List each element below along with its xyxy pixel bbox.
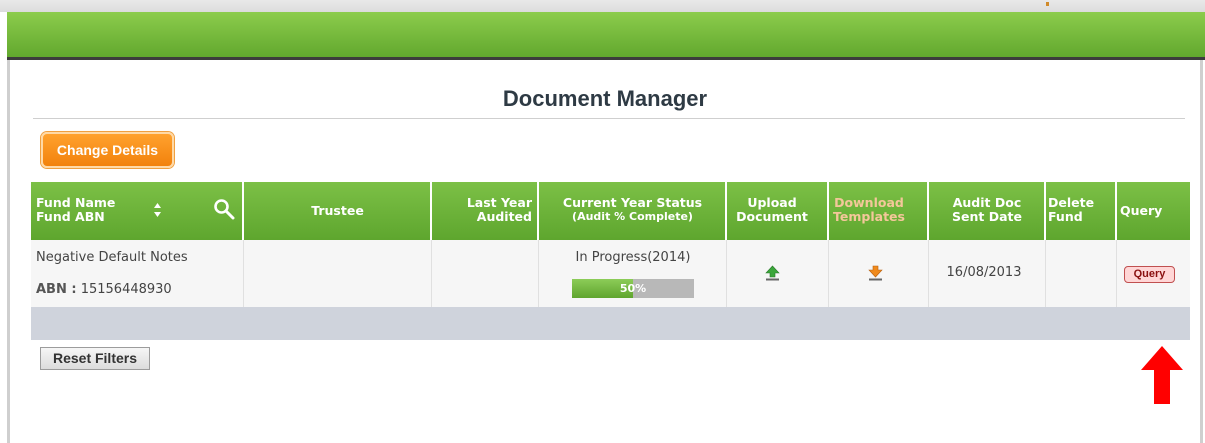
column-fund-name[interactable]: Fund Name Fund ABN xyxy=(31,182,243,240)
reset-filters-button[interactable]: Reset Filters xyxy=(40,347,150,370)
page-title: Document Manager xyxy=(502,86,708,111)
fund-cell: Negative Default Notes ABN : 15156448930 xyxy=(31,240,244,307)
column-download-templates[interactable]: Download Templates xyxy=(829,182,928,240)
status-cell: In Progress(2014) 50% xyxy=(539,240,727,307)
status-text: In Progress(2014) xyxy=(575,250,691,265)
upload-arrow-icon[interactable] xyxy=(765,265,780,281)
sort-arrows-icon[interactable] xyxy=(153,202,162,218)
query-button[interactable]: Query xyxy=(1124,266,1175,283)
query-header: Query xyxy=(1120,203,1163,218)
column-trustee: Trustee xyxy=(244,182,431,240)
title-divider xyxy=(33,118,1185,119)
last-year-audited-cell xyxy=(432,240,539,307)
app-header-bar xyxy=(7,12,1205,60)
audit-doc-sent-date: 16/08/2013 xyxy=(946,265,1022,280)
search-icon[interactable] xyxy=(213,198,235,220)
upload-cell xyxy=(727,240,829,307)
progress-label: 50% xyxy=(619,282,647,295)
download-cell xyxy=(829,240,929,307)
upload-header: Upload xyxy=(747,195,797,210)
fund-header: Fund xyxy=(1048,209,1083,224)
query-cell: Query xyxy=(1117,240,1190,307)
fund-abn-header: Fund ABN xyxy=(36,209,105,224)
document-header: Document xyxy=(736,209,808,224)
audit-progress-bar: 50% xyxy=(572,279,694,298)
fund-abn: 15156448930 xyxy=(80,282,172,297)
fund-name-header: Fund Name xyxy=(36,195,116,210)
column-query: Query xyxy=(1117,182,1190,240)
delete-cell xyxy=(1046,240,1117,307)
column-upload-document: Upload Document xyxy=(727,182,828,240)
column-audit-doc-sent-date: Audit Doc Sent Date xyxy=(929,182,1045,240)
red-up-arrow-icon xyxy=(1141,346,1183,404)
audit-date-cell: 16/08/2013 xyxy=(929,240,1046,307)
column-last-year-audited: Last Year Audited xyxy=(432,182,538,240)
top-strip-marker xyxy=(1046,2,1049,6)
table-footer xyxy=(31,307,1190,340)
templates-header: Templates xyxy=(833,209,905,224)
change-details-button[interactable]: Change Details xyxy=(41,132,174,168)
sent-date-header: Sent Date xyxy=(952,209,1022,224)
download-arrow-icon[interactable] xyxy=(868,265,883,281)
audited-header: Audited xyxy=(476,209,532,224)
fund-name: Negative Default Notes xyxy=(36,250,188,265)
trustee-cell xyxy=(244,240,432,307)
audit-doc-header: Audit Doc xyxy=(952,195,1022,210)
download-header: Download xyxy=(834,195,904,210)
column-delete-fund: Delete Fund xyxy=(1046,182,1116,240)
delete-header: Delete xyxy=(1048,195,1095,210)
audit-complete-subheader: (Audit % Complete) xyxy=(572,210,693,223)
column-current-year-status: Current Year Status (Audit % Complete) xyxy=(539,182,726,240)
current-status-header: Current Year Status xyxy=(562,195,703,210)
browser-top-strip xyxy=(0,0,1205,12)
abn-label: ABN : xyxy=(36,282,77,297)
last-year-header: Last Year xyxy=(466,195,532,210)
trustee-header: Trustee xyxy=(311,203,364,218)
document-manager-panel: Document Manager Change Details Fund Nam… xyxy=(7,60,1203,443)
